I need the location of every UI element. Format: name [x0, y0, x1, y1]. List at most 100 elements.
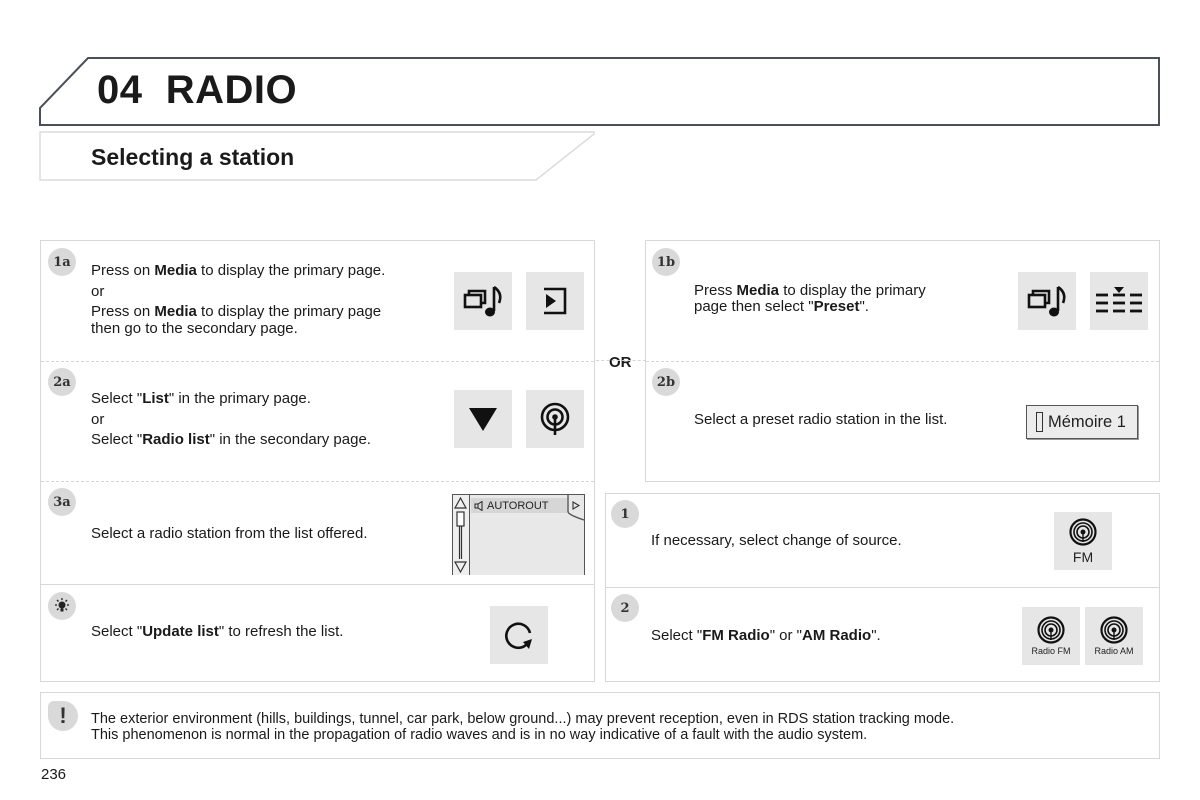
step-2-text: Select "FM Radio" or "AM Radio". — [651, 627, 881, 645]
radio-list-button[interactable] — [526, 390, 584, 448]
text-line: Select a radio station from the list off… — [91, 525, 368, 543]
or-separator-left — [596, 360, 646, 361]
bold-term: Media — [736, 282, 780, 299]
page-number: 236 — [41, 766, 67, 783]
preset-memory-label: Mémoire 1 — [1048, 412, 1126, 431]
warning-badge: ! — [48, 701, 78, 731]
or-label: OR — [609, 354, 632, 371]
text-run: Select " — [651, 627, 703, 644]
media-icon — [463, 285, 502, 317]
preset-button[interactable] — [1090, 272, 1148, 330]
text-run: Press on — [91, 303, 155, 320]
bold-term: Radio list — [142, 431, 210, 448]
text-line: or — [91, 411, 371, 429]
warning-note-text: The exterior environment (hills, buildin… — [91, 711, 954, 743]
step-badge-2: 2 — [611, 594, 639, 622]
step-badge-2a: 2a — [48, 368, 76, 396]
text-run: to display the primary — [779, 282, 926, 299]
text-line: or — [91, 282, 385, 301]
separator — [41, 361, 594, 362]
step-badge-2b: 2b — [652, 368, 680, 396]
step-badge-1b: 1b — [652, 248, 680, 276]
list-tab-arrow-icon[interactable] — [567, 495, 584, 525]
step-1-text: If necessary, select change of source. — [651, 532, 902, 550]
separator — [606, 587, 1159, 588]
preset-steps-panel — [645, 240, 1160, 482]
media-button[interactable] — [454, 272, 512, 330]
separator — [41, 584, 594, 585]
preset-slot-icon — [1036, 412, 1043, 432]
text-run: " or " — [769, 627, 803, 644]
step-3a-text: Select a radio station from the list off… — [91, 525, 368, 543]
secondary-page-button[interactable] — [526, 272, 584, 330]
list-scrollbar[interactable] — [453, 495, 470, 575]
text-run: Press on — [91, 262, 155, 279]
tip-icon — [55, 598, 69, 612]
text-run: to display the primary page. — [196, 262, 386, 279]
radio-fm-button[interactable]: Radio FM — [1022, 607, 1080, 665]
text-run: Select " — [91, 623, 143, 640]
note-line: The exterior environment (hills, buildin… — [91, 711, 955, 727]
text-line: Press on Media to display the primary pa… — [91, 262, 386, 280]
text-line: Press on Media to display the primary pa… — [91, 303, 385, 321]
refresh-icon — [505, 622, 532, 650]
speaker-icon — [474, 500, 483, 511]
text-run: to display the primary page — [196, 303, 382, 320]
tip-badge — [48, 592, 76, 620]
step-2a-text: Select "List" in the primary page. or Sele… — [91, 390, 371, 449]
radio-am-button[interactable]: Radio AM — [1085, 607, 1143, 665]
list-button[interactable] — [454, 390, 512, 448]
radio-fm-caption: Radio FM — [1031, 646, 1071, 656]
preset-icon — [1096, 287, 1142, 313]
text-run: or — [91, 282, 105, 300]
bold-term: Update list — [142, 623, 219, 640]
bold-term: FM Radio — [702, 627, 770, 644]
text-run: ". — [859, 298, 869, 315]
media-button[interactable] — [1018, 272, 1076, 330]
list-triangle-icon — [469, 408, 497, 431]
text-run: " in the secondary page. — [209, 431, 371, 448]
separator — [41, 481, 594, 482]
text-line: page then select "Preset". — [694, 299, 926, 315]
fm-caption: FM — [1072, 548, 1094, 565]
bold-term: List — [142, 390, 169, 407]
note-line: This phenomenon is normal in the propaga… — [91, 727, 868, 743]
step-badge-1a: 1a — [48, 248, 76, 276]
step-1b-text: Press Media to display the primary page t… — [694, 283, 926, 315]
text-run: Press — [694, 282, 737, 299]
fm-source-button[interactable]: FM — [1054, 512, 1112, 570]
warning-icon: ! — [59, 703, 67, 728]
radio-waves-icon — [1037, 616, 1065, 644]
text-run: Select a preset radio station in the lis… — [694, 411, 948, 428]
text-line: Select "List" in the primary page. — [91, 390, 371, 408]
section-title: Selecting a station — [91, 144, 295, 170]
separator — [646, 361, 1159, 362]
update-list-text: Select "Update list" to refresh the list… — [91, 623, 344, 641]
radio-waves-icon — [1069, 517, 1097, 546]
station-list-item[interactable]: AUTOROUT — [471, 498, 567, 513]
chapter-name: RADIO — [165, 68, 298, 112]
step-badge-1: 1 — [611, 500, 639, 528]
step-1a-text: Press on Media to display the primary pa… — [91, 262, 386, 338]
secondary-page-icon — [544, 287, 567, 315]
text-run: " to refresh the list. — [218, 623, 344, 640]
scroll-up-icon[interactable] — [453, 495, 468, 575]
station-list-widget: AUTOROUT — [452, 494, 585, 575]
text-run: ". — [871, 627, 881, 644]
bold-term: Media — [154, 262, 197, 279]
preset-memory-button[interactable]: Mémoire 1 — [1026, 405, 1138, 439]
text-run: Select " — [91, 431, 143, 448]
text-line: then go to the secondary page. — [91, 320, 385, 338]
media-icon — [1027, 285, 1066, 317]
station-name: AUTOROUT — [487, 499, 549, 512]
chapter-title: 04 RADIO — [97, 68, 297, 113]
bold-term: Preset — [813, 298, 860, 315]
update-list-button[interactable] — [490, 606, 548, 664]
text-line: Select "Update list" to refresh the list… — [91, 623, 344, 641]
text-run: Select " — [91, 390, 143, 407]
text-line: Press Media to display the primary — [694, 283, 926, 299]
text-run: page then select " — [694, 298, 814, 315]
text-line: Select "Radio list" in the secondary pag… — [91, 431, 371, 449]
chapter-number: 04 — [97, 68, 143, 112]
radio-am-caption: Radio AM — [1094, 646, 1134, 656]
